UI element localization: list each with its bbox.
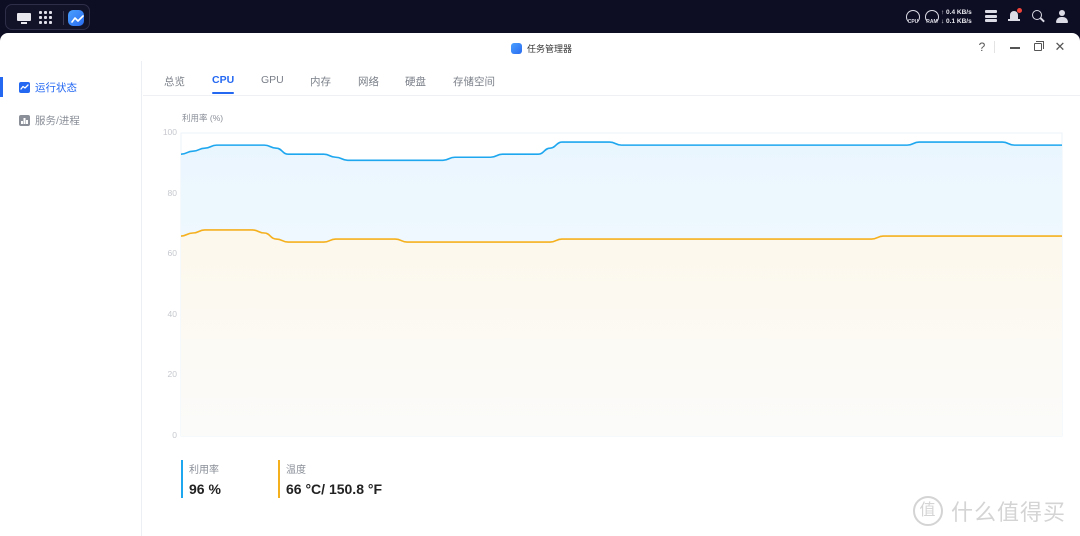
tab-bar: 总览 CPU GPU 内存 网络 硬盘 存储空间 [143,61,1080,96]
storage-icon[interactable] [985,10,997,22]
utilization-color-bar [181,460,183,498]
cpu-gauge-icon[interactable]: CPU [905,9,921,25]
tab-overview[interactable]: 总览 [164,74,185,89]
stat-label: 利用率 [189,465,219,476]
tab-cpu[interactable]: CPU [212,74,235,94]
temperature-color-bar [278,460,280,498]
task-manager-title-icon [511,42,522,54]
network-speed[interactable]: ↑ 0.4 KB/s ↓ 0.1 KB/s [941,8,972,26]
watermark: 值 什么值得买 [913,495,1066,527]
close-button[interactable]: ✕ [1051,38,1069,56]
cpu-gauge-label: CPU [907,19,919,25]
dock-divider [63,11,64,25]
stat-value: 66 °C/ 150.8 °F [286,481,383,497]
download-speed: ↓ 0.1 KB/s [941,18,972,25]
watermark-text: 什么值得买 [951,500,1067,525]
user-icon[interactable] [1056,10,1068,23]
window-title: 任务管理器 [511,41,572,55]
tab-memory[interactable]: 内存 [310,74,331,89]
task-manager-app-icon[interactable] [68,10,84,26]
tab-disk[interactable]: 硬盘 [405,74,426,89]
search-icon[interactable] [1032,10,1045,23]
sidebar-item-label: 服务/进程 [35,114,80,127]
sidebar-item-label: 运行状态 [35,81,77,94]
minimize-button[interactable] [1006,38,1024,56]
dock [5,4,90,30]
bell-icon[interactable] [1008,8,1022,23]
ram-gauge-label: RAM [926,19,938,25]
sidebar-item-status[interactable]: 运行状态 [0,75,141,99]
app-grid-icon[interactable] [38,10,54,26]
stat-label: 温度 [286,465,306,476]
restore-icon [1034,43,1042,51]
tab-network[interactable]: 网络 [358,74,379,89]
restore-button[interactable] [1029,38,1047,56]
stat-utilization: 利用率 96 % [181,460,221,498]
ram-gauge-icon[interactable]: RAM [924,9,940,25]
chart-icon [19,81,30,93]
titlebar-divider [994,41,995,53]
sidebar-item-services[interactable]: 服务/进程 [0,108,141,132]
watermark-badge: 值 [913,496,943,526]
help-button[interactable]: ? [973,38,991,56]
task-manager-window: 任务管理器 ? ✕ 运行状态 服务/进程 总览 CPU GPU 内存 网络 硬盘… [0,33,1080,536]
window-title-text: 任务管理器 [527,43,573,54]
tab-storage[interactable]: 存储空间 [453,74,495,89]
notification-dot [1017,8,1022,13]
services-icon [19,114,30,126]
tab-gpu[interactable]: GPU [261,74,284,86]
taskbar: CPU RAM ↑ 0.4 KB/s ↓ 0.1 KB/s [0,0,1080,33]
minimize-icon [1010,47,1020,49]
title-bar[interactable]: 任务管理器 ? ✕ [0,33,1080,61]
desktop-icon[interactable] [16,10,32,26]
stat-value: 96 % [189,481,221,497]
sidebar: 运行状态 服务/进程 [0,61,142,536]
upload-speed: ↑ 0.4 KB/s [941,9,972,16]
stat-temperature: 温度 66 °C/ 150.8 °F [278,460,382,498]
